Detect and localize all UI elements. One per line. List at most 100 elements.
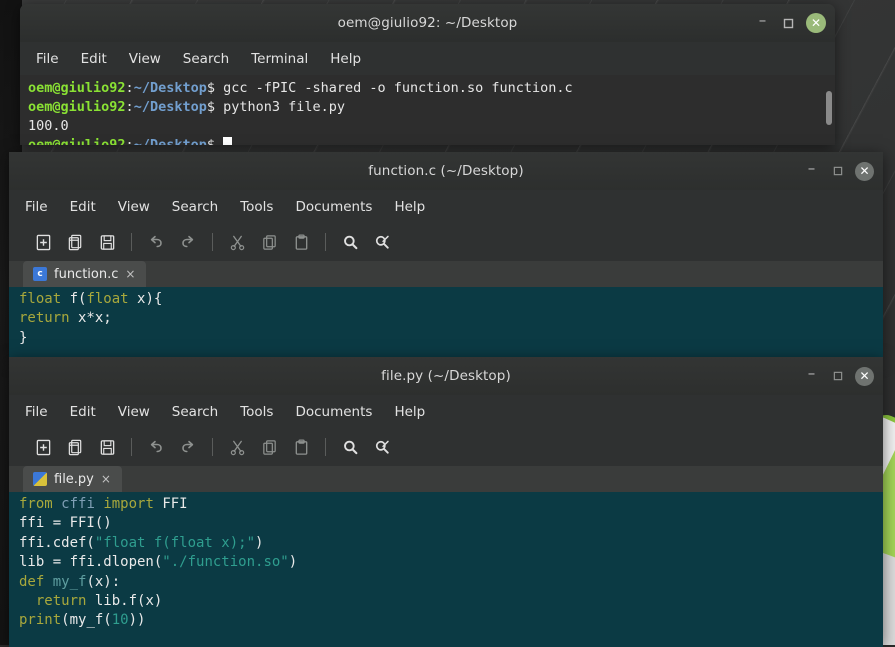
menu-item-search[interactable]: Search (172, 199, 218, 215)
copy-icon[interactable] (253, 432, 285, 462)
cut-icon[interactable] (221, 227, 253, 257)
paste-icon[interactable] (285, 432, 317, 462)
terminal-title: oem@giulio92: ~/Desktop (337, 15, 518, 31)
menu-item-documents[interactable]: Documents (295, 199, 372, 215)
menu-item-file[interactable]: File (25, 404, 48, 420)
terminal-scrollbar-thumb[interactable] (826, 91, 832, 125)
gedit-c-menubar[interactable]: File Edit View Search Tools Documents He… (9, 190, 883, 223)
terminal-window-controls[interactable]: – ✕ (754, 4, 826, 42)
close-icon[interactable]: ✕ (855, 161, 874, 181)
menu-item-edit[interactable]: Edit (70, 404, 96, 420)
code-token: float (86, 291, 129, 307)
gedit-c-titlebar[interactable]: function.c (~/Desktop) – ✕ (9, 152, 883, 190)
gedit-py-menubar[interactable]: File Edit View Search Tools Documents He… (9, 395, 883, 428)
terminal-window[interactable]: oem@giulio92: ~/Desktop – ✕ File Edit Vi… (20, 4, 835, 145)
minimize-icon[interactable]: – (803, 160, 820, 183)
minimize-icon[interactable]: – (754, 12, 771, 35)
code-token: (my_f( (61, 612, 112, 629)
gedit-py-editor[interactable]: from cffi import FFI ffi = FFI() ffi.cdef(… (9, 492, 883, 647)
gedit-c-window-controls[interactable]: – ✕ (803, 152, 874, 190)
save-icon[interactable] (91, 432, 123, 462)
close-icon[interactable]: ✕ (855, 366, 874, 386)
close-icon[interactable]: ✕ (806, 13, 826, 33)
gedit-py-tabstrip[interactable]: file.py × (9, 466, 883, 492)
menu-item-help[interactable]: Help (394, 199, 425, 215)
tab-file-py[interactable]: file.py × (23, 466, 122, 492)
tab-close-icon[interactable]: × (101, 472, 111, 486)
menu-item-documents[interactable]: Documents (295, 404, 372, 420)
undo-icon[interactable] (140, 432, 172, 462)
code-token: from (19, 496, 53, 512)
tab-close-icon[interactable]: × (125, 267, 135, 281)
menu-item-file[interactable]: File (25, 199, 48, 215)
gedit-py-toolbar[interactable] (9, 428, 883, 466)
replace-icon[interactable] (366, 432, 398, 462)
copy-icon[interactable] (253, 227, 285, 257)
code-line: lib = ffi.dlopen("./function.so") (19, 553, 883, 572)
terminal-line: 100.0 (28, 118, 69, 134)
terminal-titlebar[interactable]: oem@giulio92: ~/Desktop – ✕ (20, 4, 835, 42)
menu-item-search[interactable]: Search (172, 404, 218, 420)
c-file-icon: c (33, 267, 47, 281)
find-icon[interactable] (334, 432, 366, 462)
toolbar-separator (212, 233, 213, 251)
menu-item-help[interactable]: Help (394, 404, 425, 420)
open-document-icon[interactable] (59, 432, 91, 462)
menu-item-tools[interactable]: Tools (240, 199, 273, 215)
menu-item-view[interactable]: View (129, 51, 161, 67)
code-token: } (19, 329, 28, 346)
new-document-icon[interactable] (27, 432, 59, 462)
menu-item-help[interactable]: Help (330, 51, 361, 67)
minimize-icon[interactable]: – (803, 365, 820, 388)
terminal-output-area[interactable]: oem@giulio92:~/Desktop$ gcc -fPIC -share… (20, 75, 835, 145)
toolbar-separator (131, 438, 132, 456)
redo-icon[interactable] (172, 432, 204, 462)
code-token: import (103, 496, 154, 512)
code-token: "./function.so" (162, 554, 289, 571)
code-line: ffi.cdef("float f(float x);") (19, 534, 883, 553)
gedit-py-titlebar[interactable]: file.py (~/Desktop) – ✕ (9, 357, 883, 395)
gedit-window-file-py[interactable]: file.py (~/Desktop) – ✕ File Edit View S… (9, 357, 883, 647)
terminal-scrollbar[interactable] (825, 79, 833, 141)
code-line: ffi = FFI() (19, 514, 883, 533)
menu-item-tools[interactable]: Tools (240, 404, 273, 420)
maximize-icon[interactable] (780, 15, 797, 32)
find-icon[interactable] (334, 227, 366, 257)
maximize-icon[interactable] (829, 368, 846, 385)
redo-icon[interactable] (172, 227, 204, 257)
save-icon[interactable] (91, 227, 123, 257)
open-document-icon[interactable] (59, 227, 91, 257)
code-token: print (19, 612, 62, 629)
menu-item-view[interactable]: View (118, 199, 150, 215)
code-line: return x*x; (19, 309, 883, 328)
code-line: def my_f(x): (19, 573, 883, 592)
gedit-c-toolbar[interactable] (9, 223, 883, 261)
cut-icon[interactable] (221, 432, 253, 462)
toolbar-separator (212, 438, 213, 456)
tab-function-c[interactable]: c function.c × (23, 261, 147, 287)
menu-item-edit[interactable]: Edit (70, 199, 96, 215)
undo-icon[interactable] (140, 227, 172, 257)
menu-item-view[interactable]: View (118, 404, 150, 420)
gedit-py-title: file.py (~/Desktop) (381, 368, 511, 384)
new-document-icon[interactable] (27, 227, 59, 257)
menu-item-search[interactable]: Search (183, 51, 229, 67)
code-token: my_f (52, 573, 87, 590)
toolbar-separator (131, 233, 132, 251)
menu-item-file[interactable]: File (36, 51, 59, 67)
terminal-cursor (223, 137, 233, 145)
gedit-c-tabstrip[interactable]: c function.c × (9, 261, 883, 287)
maximize-icon[interactable] (829, 163, 846, 180)
terminal-lines: oem@giulio92:~/Desktop$ gcc -fPIC -share… (28, 79, 835, 145)
menu-item-terminal[interactable]: Terminal (251, 51, 308, 67)
menu-item-edit[interactable]: Edit (81, 51, 107, 67)
gedit-window-function-c[interactable]: function.c (~/Desktop) – ✕ File Edit Vie… (9, 152, 883, 376)
paste-icon[interactable] (285, 227, 317, 257)
gedit-py-window-controls[interactable]: – ✕ (803, 357, 874, 395)
code-line: print(my_f(10)) (19, 611, 883, 630)
code-token: 10 (111, 612, 129, 629)
terminal-menubar[interactable]: File Edit View Search Terminal Help (20, 42, 835, 75)
replace-icon[interactable] (366, 227, 398, 257)
terminal-line: oem@giulio92:~/Desktop$ (28, 136, 835, 145)
